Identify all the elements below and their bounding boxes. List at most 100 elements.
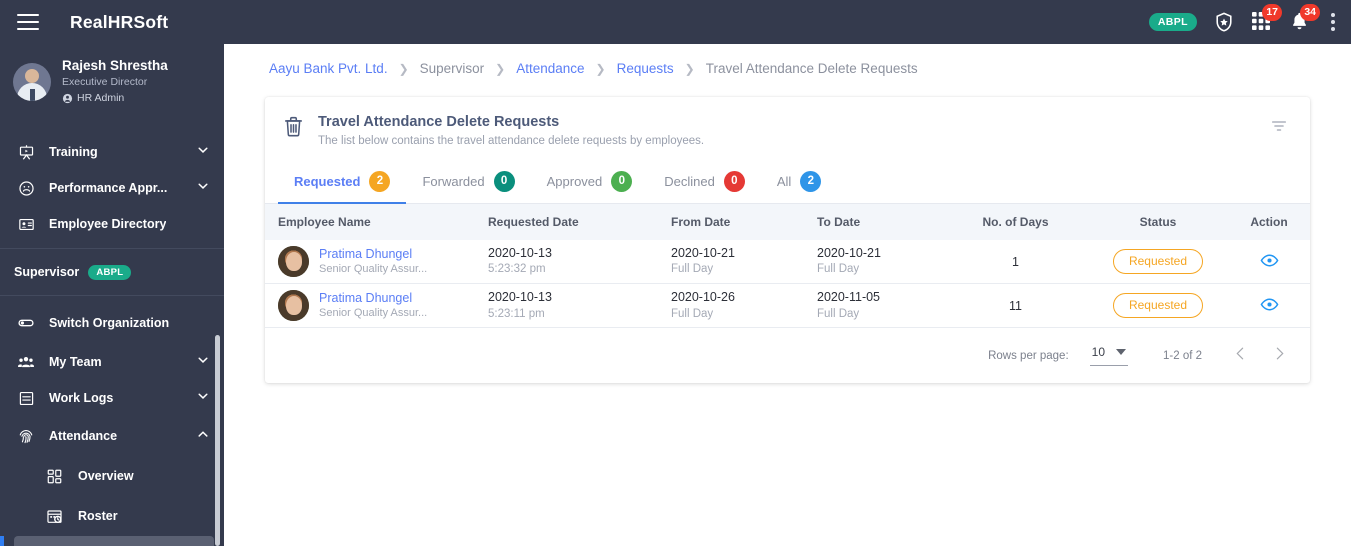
- card-header-text: Travel Attendance Delete Requests The li…: [318, 113, 704, 147]
- card-title: Travel Attendance Delete Requests: [318, 114, 560, 130]
- requests-table: Employee Name Requested Date From Date T…: [265, 203, 1310, 329]
- main-content: Aayu Bank Pvt. Ltd. ❯ Supervisor ❯ Atten…: [224, 44, 1351, 546]
- chevron-left-icon[interactable]: [1232, 345, 1249, 367]
- hamburger-menu-icon[interactable]: [17, 14, 39, 30]
- tab-label-requested: Requested: [294, 173, 361, 189]
- profile-role-label: HR Admin: [77, 91, 125, 104]
- header-actions: ABPL 17 34: [1148, 4, 1351, 33]
- tab-all[interactable]: All 2: [761, 159, 837, 203]
- sidebar-item-roster[interactable]: Roster: [14, 496, 214, 536]
- requested-date-value: 2020-10-13: [488, 246, 552, 261]
- sidebar-label-switch-organization: Switch Organization: [49, 316, 170, 331]
- bell-icon[interactable]: 34: [1289, 4, 1320, 33]
- requested-date-value: 2020-10-13: [488, 290, 552, 305]
- sidebar-item-work-logs[interactable]: Work Logs: [0, 380, 224, 416]
- tab-requested[interactable]: Requested 2: [278, 159, 407, 205]
- dashboard-grid-icon: [42, 468, 66, 485]
- employee-name-link[interactable]: Pratima Dhungel: [319, 246, 427, 262]
- cell-requested-date: 2020-10-13 5:23:11 pm: [480, 283, 663, 329]
- requested-time-value: 5:23:32 pm: [488, 263, 546, 276]
- to-date-part: Full Day: [817, 307, 860, 320]
- tab-label-declined: Declined: [664, 173, 715, 189]
- tab-badge-approved: 0: [611, 170, 633, 192]
- breadcrumb-item-attendance[interactable]: Attendance: [516, 61, 584, 76]
- sidebar-item-training[interactable]: Training: [0, 134, 224, 170]
- grid-apps-icon[interactable]: 17: [1251, 4, 1282, 33]
- tab-label-forwarded: Forwarded: [422, 173, 485, 189]
- rows-per-page-label: Rows per page:: [988, 349, 1069, 362]
- top-header-bar: RealHRSoft ABPL 17 34: [0, 0, 1351, 44]
- sidebar-item-request[interactable]: Request: [0, 536, 214, 546]
- calendar-clock-icon: [42, 508, 66, 525]
- rows-per-page-select[interactable]: 10: [1089, 345, 1128, 367]
- sidebar-item-my-team[interactable]: My Team: [0, 344, 224, 380]
- profile-role-row: HR Admin: [62, 91, 168, 107]
- sidebar-item-overview[interactable]: Overview: [14, 456, 214, 496]
- table-row[interactable]: Pratima Dhungel Senior Quality Assur... …: [265, 239, 1310, 285]
- app-root: RealHRSoft ABPL 17 34 Rajesh Shrestha Ex…: [0, 0, 1351, 546]
- to-date-part: Full Day: [817, 263, 860, 276]
- column-to-date: To Date: [809, 203, 943, 240]
- table-row[interactable]: Pratima Dhungel Senior Quality Assur... …: [265, 283, 1310, 329]
- toggle-switch-icon: [14, 314, 38, 332]
- cell-status: Requested: [1088, 239, 1228, 285]
- breadcrumb-separator: ❯: [495, 61, 506, 76]
- cell-requested-date: 2020-10-13 5:23:32 pm: [480, 239, 663, 285]
- sidebar-label-my-team: My Team: [49, 355, 102, 370]
- breadcrumb-item-current: Travel Attendance Delete Requests: [705, 61, 918, 76]
- filter-funnel-icon[interactable]: [1266, 113, 1292, 144]
- tab-declined[interactable]: Declined 0: [648, 159, 761, 203]
- sidebar-divider-bottom: [0, 295, 224, 297]
- chevron-down-icon[interactable]: [196, 389, 210, 408]
- breadcrumb-item-supervisor: Supervisor: [419, 61, 485, 76]
- sidebar-section-supervisor: Supervisor ABPL: [0, 255, 224, 289]
- sidebar-label-overview: Overview: [78, 469, 134, 484]
- breadcrumb-item-requests[interactable]: Requests: [617, 61, 674, 76]
- tab-label-all: All: [776, 173, 792, 189]
- cell-from-date: 2020-10-21 Full Day: [663, 239, 809, 285]
- sidebar-divider-top: [0, 248, 224, 250]
- employee-text: Pratima Dhungel Senior Quality Assur...: [319, 246, 427, 278]
- chevron-down-icon[interactable]: [196, 143, 210, 162]
- header-org-chip[interactable]: ABPL: [1148, 12, 1197, 32]
- from-date-part: Full Day: [671, 307, 714, 320]
- sidebar-label-training: Training: [49, 145, 98, 160]
- employee-designation: Senior Quality Assur...: [319, 307, 428, 319]
- sidebar-profile[interactable]: Rajesh Shrestha Executive Director HR Ad…: [0, 44, 224, 120]
- nav-spacer-top: [0, 120, 224, 134]
- cell-status: Requested: [1088, 283, 1228, 329]
- speedometer-icon: [14, 180, 38, 197]
- profile-name: Rajesh Shrestha: [62, 58, 168, 73]
- chevron-right-icon[interactable]: [1271, 345, 1288, 367]
- breadcrumb-item-organization[interactable]: Aayu Bank Pvt. Ltd.: [269, 61, 388, 76]
- tab-label-approved: Approved: [546, 173, 603, 189]
- shield-star-icon[interactable]: [1213, 11, 1235, 33]
- sidebar-item-attendance[interactable]: Attendance: [0, 416, 224, 456]
- tab-approved[interactable]: Approved 0: [531, 159, 649, 203]
- chevron-down-icon[interactable]: [196, 353, 210, 372]
- tab-forwarded[interactable]: Forwarded 0: [406, 159, 530, 203]
- eye-view-icon[interactable]: [1260, 251, 1279, 273]
- sidebar-item-employee-directory[interactable]: Employee Directory: [0, 206, 224, 242]
- profile-designation: Executive Director: [62, 75, 148, 88]
- cell-days: 11: [943, 283, 1088, 329]
- profile-avatar: [13, 63, 51, 102]
- column-action: Action: [1228, 203, 1310, 240]
- sidebar-label-attendance: Attendance: [49, 429, 118, 444]
- column-no-of-days: No. of Days: [943, 203, 1088, 240]
- avatar: [278, 246, 309, 278]
- sidebar-item-switch-organization[interactable]: Switch Organization: [0, 302, 224, 344]
- user-circle-icon: [62, 93, 73, 104]
- sidebar-item-performance-appraisal[interactable]: Performance Appr...: [0, 170, 224, 206]
- sidebar-section-title: Supervisor: [14, 265, 80, 280]
- chevron-down-icon[interactable]: [196, 179, 210, 198]
- tab-badge-all: 2: [800, 170, 822, 192]
- chevron-up-icon[interactable]: [196, 427, 210, 446]
- sidebar-scrollbar[interactable]: [215, 335, 220, 546]
- column-requested-date: Requested Date: [480, 203, 663, 240]
- table-pagination: Rows per page: 10 1-2 of 2: [265, 328, 1310, 383]
- employee-name-link[interactable]: Pratima Dhungel: [319, 290, 427, 306]
- cell-days: 1: [943, 239, 1088, 285]
- more-vertical-icon[interactable]: [1331, 13, 1335, 31]
- eye-view-icon[interactable]: [1260, 295, 1279, 317]
